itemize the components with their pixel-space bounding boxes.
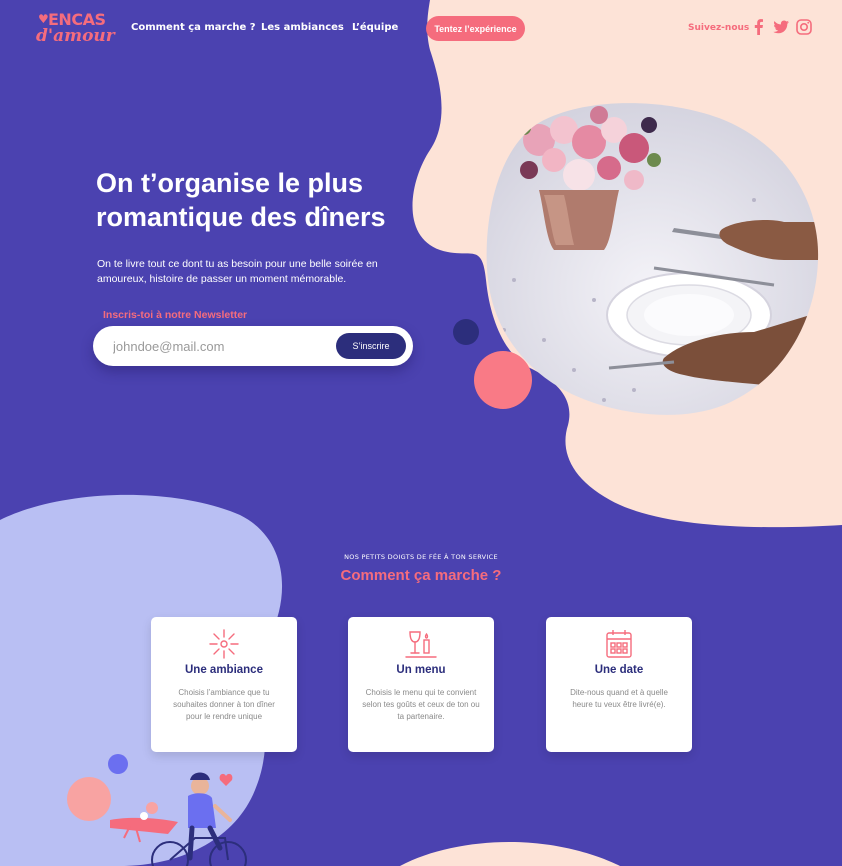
nav-link-ambiances[interactable]: Les ambiances xyxy=(261,22,344,33)
email-input[interactable] xyxy=(113,336,313,356)
newsletter-form: S’inscrire xyxy=(93,326,413,366)
calendar-icon xyxy=(606,630,632,658)
card-date-title: Une date xyxy=(594,664,644,676)
wine-candle-icon xyxy=(405,631,437,658)
logo-text-amour: d'amour xyxy=(36,26,115,46)
card-ambiance-title: Une ambiance xyxy=(185,664,263,676)
card-ambiance-text: Choisis l’ambiance que tu souhaites donn… xyxy=(173,688,275,721)
hero-subtitle: On te livre tout ce dont tu as besoin po… xyxy=(97,258,378,285)
subscribe-button[interactable]: S’inscrire xyxy=(336,333,406,359)
nav-link-how-it-works[interactable]: Comment ça marche ? xyxy=(131,22,256,33)
card-menu-title: Un menu xyxy=(396,664,446,676)
card-date-text: Dite-nous quand et à quelle heure tu veu… xyxy=(570,688,668,709)
section-title: Comment ça marche ? xyxy=(340,567,502,584)
navy-dot xyxy=(453,319,479,345)
cyclist-illustration xyxy=(110,772,247,866)
hero-title: On t’organise le plus romantique des dîn… xyxy=(96,168,386,232)
card-menu-text: Choisis le menu qui te convient selon te… xyxy=(362,688,480,721)
try-experience-button[interactable]: Tentez l’expérience xyxy=(426,16,525,41)
instagram-icon[interactable] xyxy=(795,18,813,36)
nav-link-team[interactable]: L’équipe xyxy=(352,22,398,33)
fireworks-icon xyxy=(209,629,239,659)
top-navigation: ♥ ENCAS d'amour Comment ça marche ? Les … xyxy=(0,0,842,56)
card-menu[interactable]: Un menu Choisis le menu qui te convient … xyxy=(348,617,494,752)
card-date[interactable]: Une date Dite-nous quand et à quelle heu… xyxy=(546,617,692,752)
card-ambiance[interactable]: Une ambiance Choisis l’ambiance que tu s… xyxy=(151,617,297,752)
twitter-icon[interactable] xyxy=(772,18,790,36)
facebook-icon[interactable] xyxy=(750,18,768,36)
brand-logo[interactable]: ♥ ENCAS d'amour xyxy=(36,8,115,52)
dinner-table-photo xyxy=(486,103,819,415)
newsletter-label: Inscris-toi à notre Newsletter xyxy=(103,309,248,321)
peach-bottom-blob xyxy=(400,842,620,866)
section-kicker: NOS PETITS DOIGTS DE FÉE À TON SERVICE xyxy=(344,553,498,561)
follow-us-label: Suivez-nous xyxy=(688,23,750,33)
